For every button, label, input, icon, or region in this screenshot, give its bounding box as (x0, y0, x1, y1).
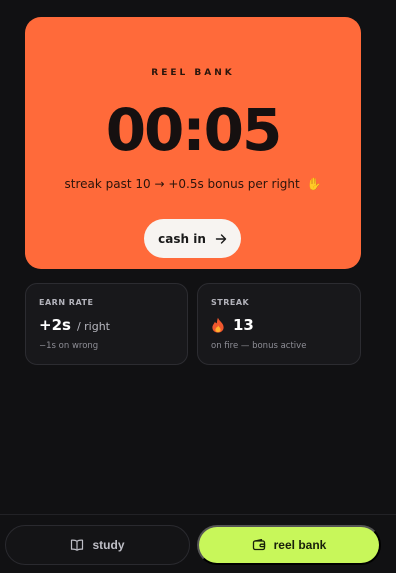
streak-value-row: 13 (211, 316, 347, 334)
card-title: REEL BANK (151, 68, 235, 78)
cash-in-label: cash in (158, 231, 206, 246)
nav-divider (0, 514, 396, 515)
book-icon (71, 539, 84, 551)
wallet-icon (252, 538, 265, 551)
streak-note: on fire — bonus active (211, 341, 307, 351)
earn-rate-note: −1s on wrong (39, 341, 99, 351)
cash-in-button[interactable]: cash in (144, 219, 241, 258)
bank-timer: 00:05 (105, 96, 283, 164)
nav-study-button[interactable]: study (5, 525, 190, 565)
arrow-right-icon (215, 233, 227, 244)
earn-rate-label: EARN RATE (39, 298, 94, 307)
app: REEL BANK 00:05 streak past 10 → +0.5s b… (0, 0, 396, 573)
nav-study-label: study (92, 538, 125, 552)
bonus-hint-text: streak past 10 → +0.5s bonus per right (64, 177, 300, 191)
earn-rate-card: EARN RATE +2s / right −1s on wrong (25, 283, 188, 365)
bonus-hint: streak past 10 → +0.5s bonus per right ✋ (25, 177, 361, 191)
earn-rate-unit: / right (76, 320, 110, 333)
nav-reel-bank-button[interactable]: reel bank (197, 525, 381, 565)
streak-card: STREAK 13 on fire — bonus active (197, 283, 361, 365)
flame-icon (212, 317, 224, 333)
streak-value: 13 (233, 316, 254, 334)
earn-rate-value-row: +2s / right (39, 316, 174, 334)
nav-reel-bank-label: reel bank (273, 538, 327, 552)
hand-icon: ✋ (306, 177, 322, 191)
earn-rate-value: +2s (39, 316, 71, 334)
streak-label: STREAK (211, 298, 250, 307)
reel-bank-card: REEL BANK 00:05 streak past 10 → +0.5s b… (25, 17, 361, 269)
